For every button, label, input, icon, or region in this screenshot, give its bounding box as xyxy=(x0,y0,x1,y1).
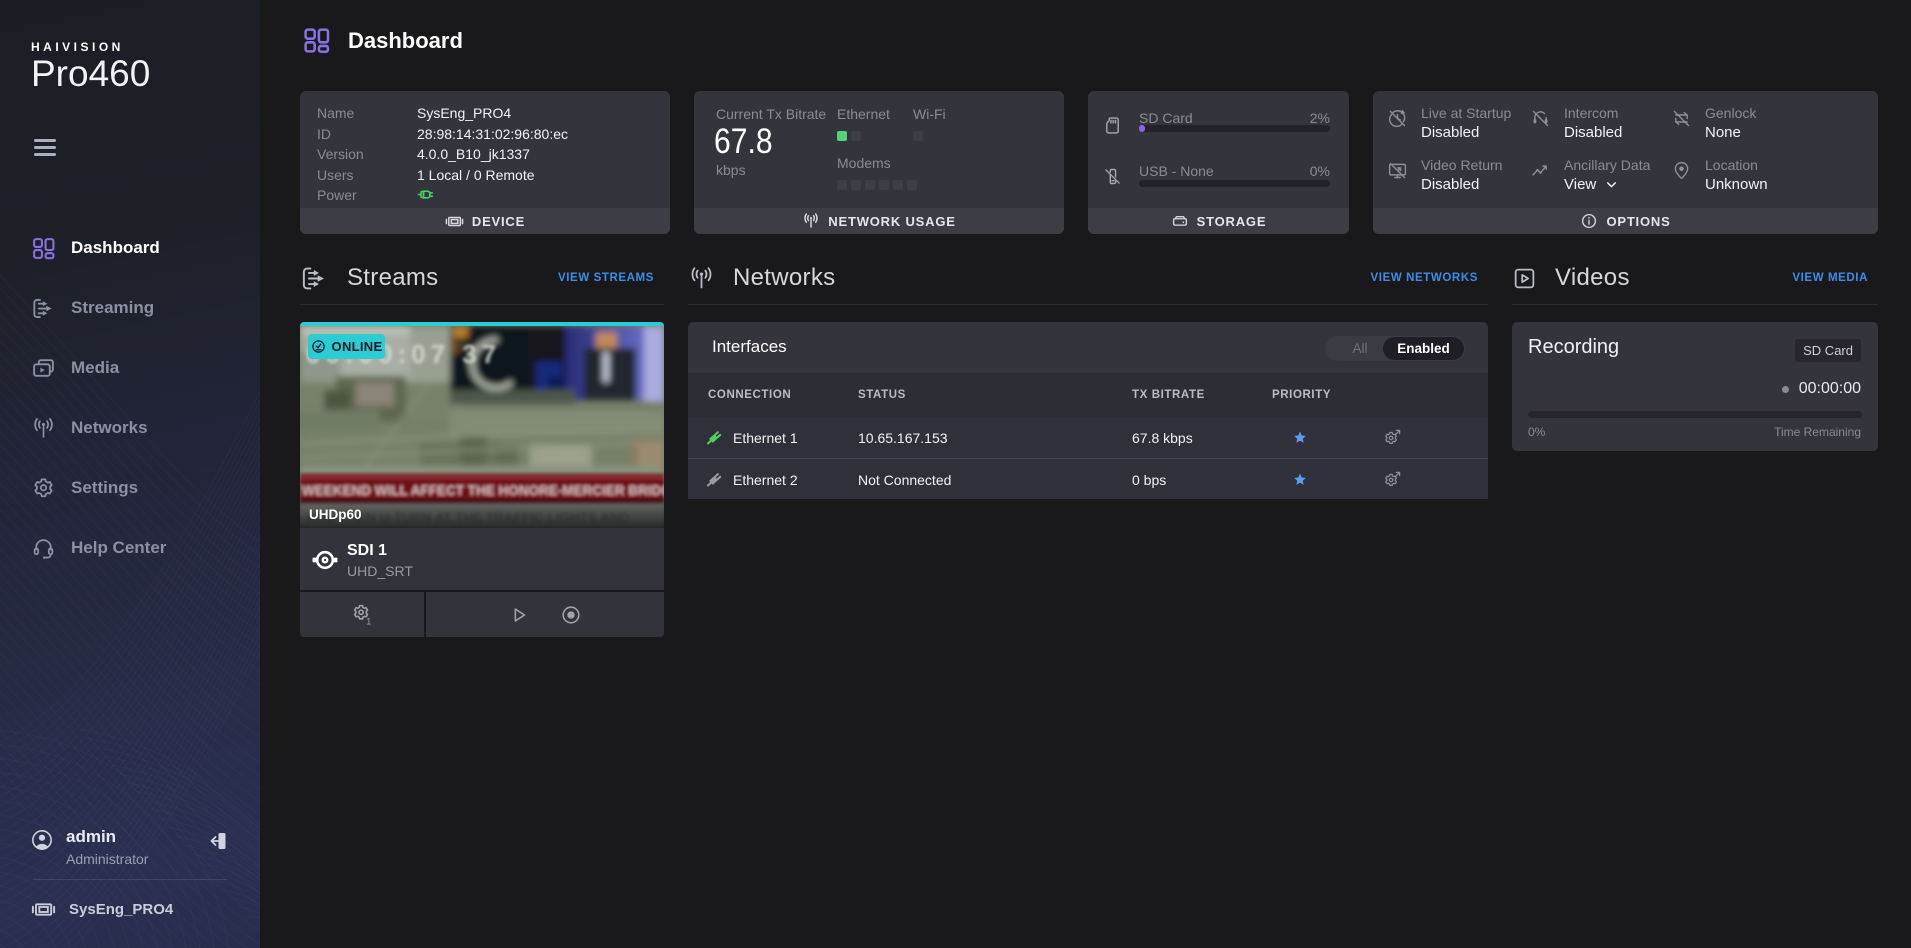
svg-text:1: 1 xyxy=(366,616,371,626)
svg-text:WEEKEND WILL AFFECT THE HONORE: WEEKEND WILL AFFECT THE HONORE-MERCIER B… xyxy=(302,483,664,498)
